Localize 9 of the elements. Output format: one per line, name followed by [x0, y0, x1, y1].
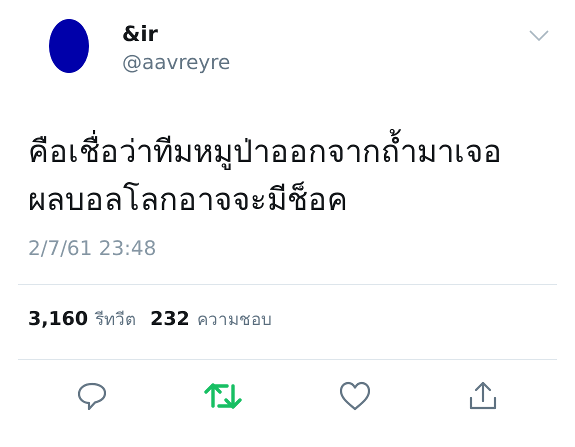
tweet-text: คือเชื่อว่าทีมหมูป่าออกจากถ้ำมาเจอ ผลบอลโลกอาจจะมีช็อค: [28, 128, 557, 224]
stat-label: ความชอบ: [196, 308, 272, 332]
stat-count: 3,160: [28, 308, 88, 330]
tweet-date: 2/7/61 23:48: [28, 235, 158, 262]
avatar-egg-icon: [48, 18, 90, 74]
stat-label: รีทวีต: [95, 308, 136, 332]
user-handle: @aavreyre: [122, 49, 232, 76]
stat-count: 232: [150, 308, 190, 330]
display-name: &ir: [122, 21, 159, 48]
